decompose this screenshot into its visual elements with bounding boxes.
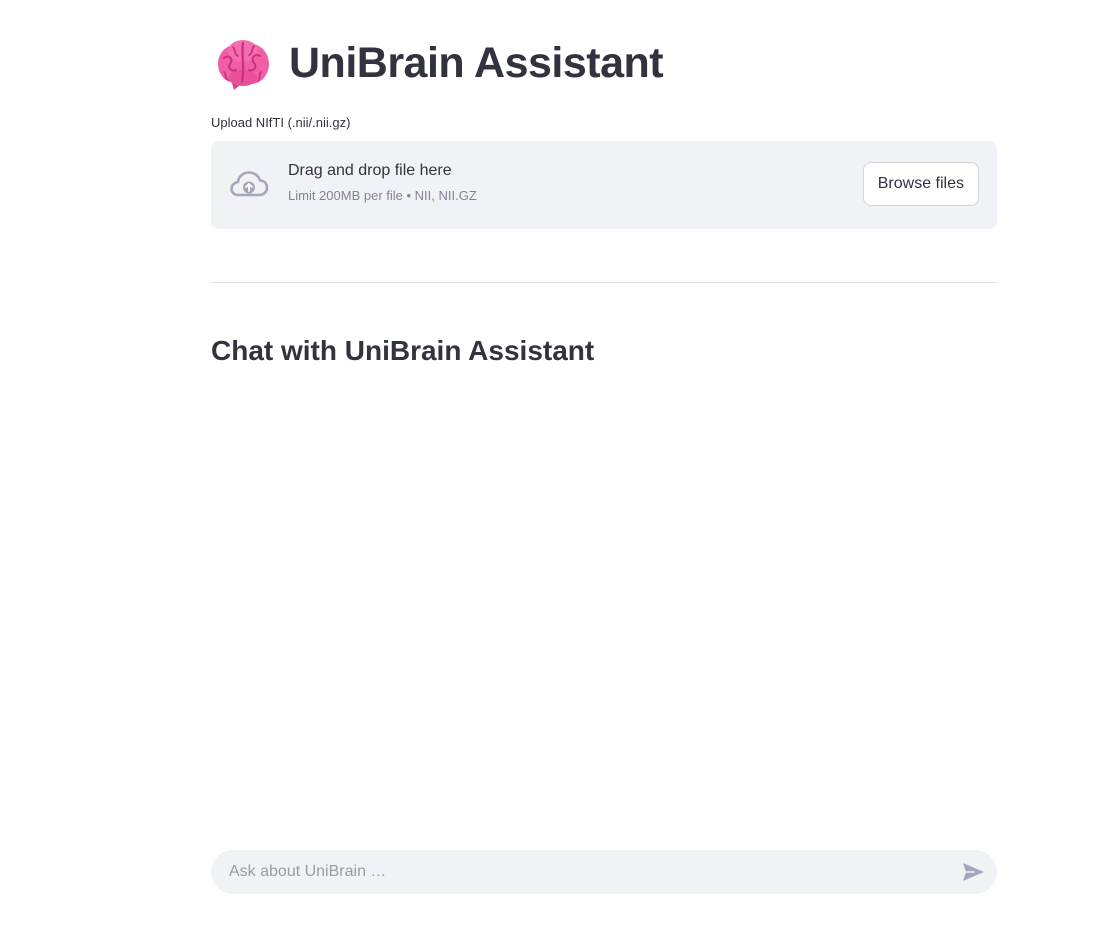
cloud-upload-icon (230, 171, 269, 197)
upload-label: Upload NIfTI (.nii/.nii.gz) (211, 115, 351, 130)
chat-input[interactable] (229, 850, 929, 894)
main-container: UniBrain Assistant Upload NIfTI (.nii/.n… (0, 0, 1110, 925)
dropzone-text: Drag and drop file here Limit 200MB per … (288, 162, 477, 203)
page-title: UniBrain Assistant (289, 38, 664, 87)
browse-files-button[interactable]: Browse files (862, 162, 979, 206)
divider (211, 282, 997, 283)
brain-icon (218, 40, 269, 90)
title-row: UniBrain Assistant (214, 34, 664, 92)
dropzone-instructions: Drag and drop file here (288, 162, 452, 179)
chat-input-container (211, 850, 997, 894)
file-dropzone[interactable]: Drag and drop file here Limit 200MB per … (211, 141, 997, 229)
upload-limit-text: Limit 200MB per file • NII, NII.GZ (288, 188, 477, 203)
chat-heading: Chat with UniBrain Assistant (211, 335, 595, 366)
send-button[interactable] (959, 858, 987, 886)
send-arrow-icon (963, 863, 984, 881)
